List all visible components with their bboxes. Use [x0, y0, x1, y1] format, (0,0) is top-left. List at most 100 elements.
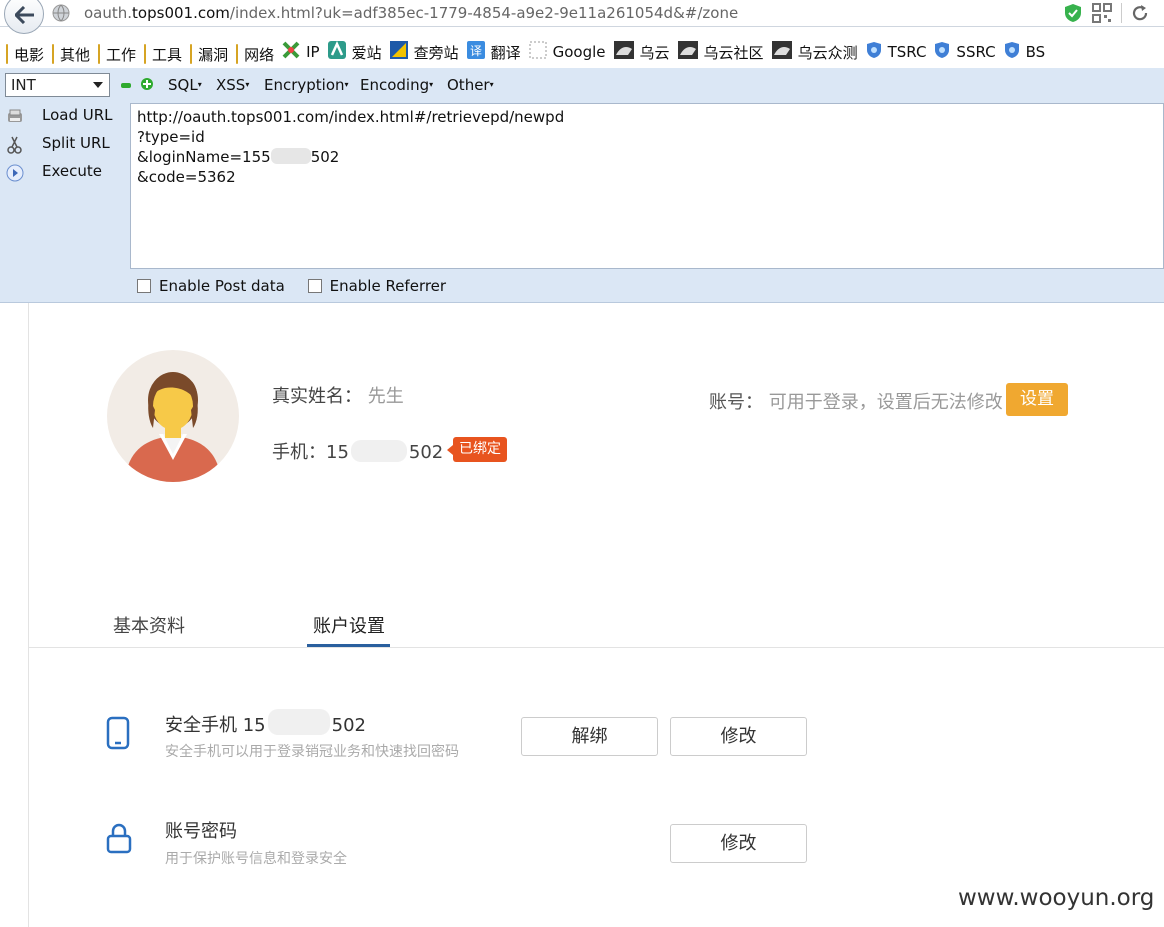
bookmark-label: 乌云社区: [703, 43, 764, 62]
profile-tabs: 基本资料 账户设置: [29, 605, 1164, 648]
hackbar-panel: INT SQL▾ XSS▾ Encryption▾ Encoding▾ Othe…: [0, 68, 1164, 303]
security-shield-icon[interactable]: [1064, 3, 1082, 23]
int-select[interactable]: INT: [5, 73, 110, 97]
bookmark-label: TSRC: [887, 43, 927, 61]
bookmark-13[interactable]: 乌云众测: [771, 38, 858, 66]
wooyun-icon: [613, 41, 634, 63]
folder-icon: [236, 44, 239, 64]
bookmark-6[interactable]: IP: [282, 38, 320, 66]
bookmark-5[interactable]: 网络: [236, 40, 274, 66]
execute-button[interactable]: Execute: [0, 160, 128, 188]
bookmark-7[interactable]: 爱站: [327, 38, 382, 66]
bookmark-label: 乌云: [639, 43, 670, 62]
url-rest: /index.html?uk=adf385ec-1779-4854-a9e2-9…: [229, 4, 739, 22]
hackbar-actions: Load URL Split URL Execute: [0, 104, 128, 188]
translate-icon: 译: [466, 41, 485, 63]
menu-encryption[interactable]: Encryption▾: [264, 76, 349, 94]
phone-prefix: 15: [326, 442, 349, 463]
modify-password-button[interactable]: 修改: [670, 824, 807, 863]
chapangzhan-icon: [389, 41, 408, 63]
bookmark-15[interactable]: SSRC: [934, 38, 996, 66]
password-desc: 用于保护账号信息和登录安全: [165, 851, 347, 867]
avatar-woman-icon: [125, 372, 221, 482]
menu-sql[interactable]: SQL▾: [168, 76, 202, 94]
play-icon: [6, 164, 24, 182]
svg-text:译: 译: [470, 44, 482, 58]
enable-post-label: Enable Post data: [159, 277, 285, 295]
security-phone-redacted: [267, 709, 330, 735]
security-phone-title: 安全手机 15 502: [165, 709, 366, 737]
menu-xss[interactable]: XSS▾: [216, 76, 249, 94]
increment-icon[interactable]: [141, 78, 153, 90]
load-url-button[interactable]: Load URL: [0, 104, 128, 132]
back-arrow-icon: [15, 6, 34, 24]
bound-status-badge: 已绑定: [447, 437, 507, 462]
phone-label: 手机：: [272, 442, 326, 463]
modify-phone-button[interactable]: 修改: [670, 717, 807, 756]
bookmark-0[interactable]: 电影: [6, 40, 44, 66]
url-line-4: &code=5362: [137, 168, 236, 186]
url-line-1: http://oauth.tops001.com/index.html#/ret…: [137, 108, 565, 126]
google-icon: [529, 41, 547, 63]
bookmark-label: IP: [306, 43, 320, 61]
url-line-3: &loginName=155 502: [137, 147, 1157, 167]
tab-basic-info[interactable]: 基本资料: [113, 612, 185, 638]
bookmark-label: 网络: [244, 45, 275, 64]
menu-encryption-label: Encryption: [264, 76, 345, 94]
enable-referrer-option[interactable]: Enable Referrer: [307, 277, 446, 295]
unbind-phone-button[interactable]: 解绑: [521, 717, 658, 756]
security-phone-desc: 安全手机可以用于登录销冠业务和快速找回密码: [165, 744, 459, 760]
lock-icon: [106, 823, 132, 854]
real-name-row: 真实姓名： 先生: [272, 382, 404, 408]
bookmark-2[interactable]: 工作: [98, 40, 136, 66]
url-text[interactable]: oauth.tops001.com/index.html?uk=adf385ec…: [84, 4, 738, 22]
mobile-phone-icon: [106, 716, 130, 750]
set-account-button[interactable]: 设置: [1006, 383, 1068, 416]
hackbar-url-textarea[interactable]: http://oauth.tops001.com/index.html#/ret…: [130, 103, 1164, 269]
bookmark-label: 工具: [152, 45, 183, 64]
bookmark-label: BS: [1025, 43, 1046, 61]
bookmark-10[interactable]: Google: [529, 38, 606, 66]
wooyun-icon: [677, 41, 698, 63]
bookmark-label: 爱站: [351, 43, 382, 62]
back-button[interactable]: [4, 0, 44, 34]
menu-encoding[interactable]: Encoding▾: [360, 76, 433, 94]
real-name-label: 真实姓名：: [272, 386, 362, 407]
bookmark-label: Google: [552, 43, 606, 61]
bookmark-1[interactable]: 其他: [52, 40, 90, 66]
menu-other-label: Other: [447, 76, 490, 94]
split-url-button[interactable]: Split URL: [0, 132, 128, 160]
bookmark-8[interactable]: 查旁站: [389, 38, 459, 66]
bookmark-4[interactable]: 漏洞: [190, 40, 228, 66]
shield-icon: [1004, 41, 1020, 63]
bookmark-9[interactable]: 译翻译: [466, 38, 521, 66]
url-line-2: ?type=id: [137, 128, 205, 146]
wooyun-icon: [771, 41, 792, 63]
watermark: www.wooyun.org: [958, 885, 1155, 911]
tab-account-settings[interactable]: 账户设置: [313, 612, 385, 638]
redacted-digits: [270, 148, 311, 164]
bookmark-12[interactable]: 乌云社区: [677, 38, 764, 66]
bookmark-14[interactable]: TSRC: [866, 38, 927, 66]
qr-code-icon[interactable]: [1092, 3, 1112, 23]
enable-post-option[interactable]: Enable Post data: [137, 277, 285, 295]
reload-icon[interactable]: [1131, 4, 1149, 22]
hackbar-toolbar: INT SQL▾ XSS▾ Encryption▾ Encoding▾ Othe…: [0, 70, 1164, 98]
folder-icon: [52, 44, 55, 64]
decrement-icon[interactable]: [121, 83, 131, 88]
bookmark-16[interactable]: BS: [1004, 38, 1046, 66]
bookmark-label: 其他: [60, 45, 91, 64]
url-domain: tops001.com: [132, 4, 230, 22]
enable-referrer-checkbox[interactable]: [307, 279, 322, 293]
phone-row: 手机：15 502: [272, 438, 443, 464]
dropdown-arrow-icon: [93, 82, 103, 88]
folder-icon: [6, 44, 8, 64]
account-row: 账号： 可用于登录，设置后无法修改: [709, 388, 1003, 414]
bookmark-11[interactable]: 乌云: [613, 38, 670, 66]
active-tab-indicator: [307, 644, 390, 647]
bookmark-3[interactable]: 工具: [144, 40, 182, 66]
address-bar[interactable]: oauth.tops001.com/index.html?uk=adf385ec…: [0, 0, 1164, 34]
enable-post-checkbox[interactable]: [137, 279, 151, 293]
menu-other[interactable]: Other▾: [447, 76, 494, 94]
password-title: 账号密码: [165, 821, 237, 842]
